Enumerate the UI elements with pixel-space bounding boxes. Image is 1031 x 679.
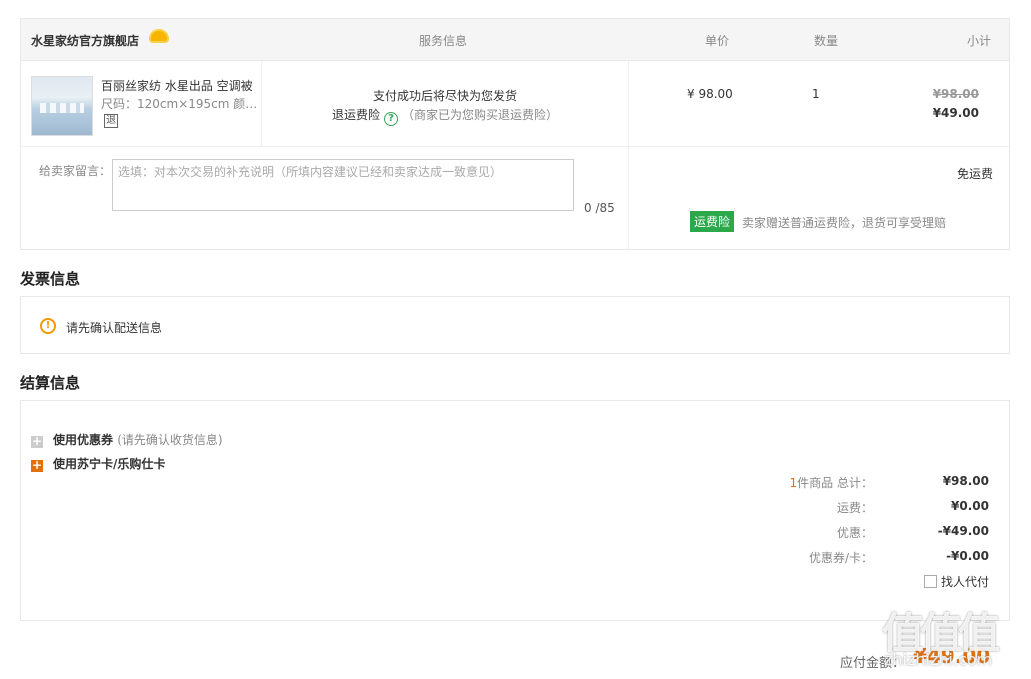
return-insurance-note: （商家已为您购买退运费险） [402, 108, 559, 122]
original-subtotal: ¥98.00 [932, 87, 979, 101]
column-quantity: 数量 [814, 34, 839, 48]
order-item-row: 百丽丝家纺 水星出品 空调被 尺码：120cm×195cm 颜色分类 退 支付成… [21, 61, 1009, 147]
invoice-section-title: 发票信息 [20, 270, 81, 288]
column-unit-price: 单价 [705, 34, 730, 48]
seller-message-input[interactable] [112, 159, 574, 211]
invoice-panel: ! 请先确认配送信息 [20, 296, 1010, 354]
discount-label: 优惠： [836, 526, 873, 540]
product-title[interactable]: 百丽丝家纺 水星出品 空调被 [101, 77, 259, 94]
discount-value: -¥49.00 [937, 524, 989, 538]
unit-price: ¥ 98.00 [687, 87, 733, 101]
coupon-card-value: -¥0.00 [946, 549, 989, 563]
message-row: 给卖家留言： 0 /85 免运费 运费险 卖家赠送普通运费险，退货可享受理赔 [21, 147, 1009, 249]
item-subtotal: ¥49.00 [932, 106, 979, 120]
expand-plus-icon[interactable]: + [31, 435, 43, 448]
use-coupon-option[interactable]: + 使用优惠券 (请先确认收货信息) [31, 431, 223, 448]
shipping-fee-value: ¥0.00 [951, 499, 989, 513]
divider [261, 61, 262, 147]
column-subtotal: 小计 [966, 34, 991, 48]
proxy-pay-label[interactable]: 找人代付 [941, 575, 989, 589]
invoice-warning-text: 请先确认配送信息 [66, 321, 163, 335]
use-card-option[interactable]: + 使用苏宁卡/乐购仕卡 [31, 455, 165, 472]
product-spec: 尺码：120cm×195cm 颜色分类 [101, 97, 259, 111]
use-card-label[interactable]: 使用苏宁卡/乐购仕卡 [53, 457, 165, 471]
message-char-counter: 0 /85 [584, 201, 615, 215]
store-name[interactable]: 水星家纺官方旗舰店 [31, 32, 139, 49]
store-badge-icon [149, 29, 169, 43]
coupon-card-label: 优惠券/卡： [808, 551, 873, 565]
proxy-pay-option[interactable]: 找人代付 [923, 573, 989, 590]
total-label-text: 件商品 总计： [797, 476, 873, 490]
message-label: 给卖家留言： [39, 164, 112, 178]
use-coupon-label[interactable]: 使用优惠券 [53, 433, 113, 447]
shipping-note: 支付成功后将尽快为您发货 [373, 89, 518, 103]
payable-amount: ¥49.00 [913, 644, 991, 668]
free-shipping-label: 免运费 [956, 167, 993, 181]
help-icon[interactable]: ? [384, 112, 399, 126]
settlement-section-title: 结算信息 [20, 374, 81, 392]
proxy-pay-checkbox[interactable] [923, 575, 937, 588]
shipping-insurance-badge: 运费险 [690, 211, 735, 232]
expand-plus-icon[interactable]: + [31, 459, 43, 472]
settlement-panel: + 使用优惠券 (请先确认收货信息) + 使用苏宁卡/乐购仕卡 1件商品 总计： ¥… [20, 400, 1010, 621]
use-coupon-note: (请先确认收货信息) [117, 433, 223, 447]
payable-label: 应付金额： [840, 656, 906, 671]
shipping-insurance-desc: 卖家赠送普通运费险，退货可享受理赔 [742, 216, 947, 230]
return-insurance-label: 退运费险 [332, 108, 381, 122]
return-tag-icon: 退 [104, 114, 118, 128]
order-panel: 水星家纺官方旗舰店 服务信息 单价 数量 小计 百丽丝家纺 水星出品 空调被 尺… [20, 18, 1010, 251]
quantity-value: 1 [812, 87, 820, 101]
return-insurance-line: 退运费险? （商家已为您购买退运费险） [332, 106, 558, 126]
product-thumbnail[interactable] [31, 76, 93, 136]
total-value: ¥98.00 [942, 474, 989, 488]
warning-icon: ! [40, 318, 56, 334]
order-header: 水星家纺官方旗舰店 服务信息 单价 数量 小计 [21, 19, 1009, 61]
total-label: 1件商品 总计： [753, 474, 873, 491]
shipping-fee-label: 运费： [836, 501, 873, 515]
column-service: 服务信息 [419, 34, 468, 48]
